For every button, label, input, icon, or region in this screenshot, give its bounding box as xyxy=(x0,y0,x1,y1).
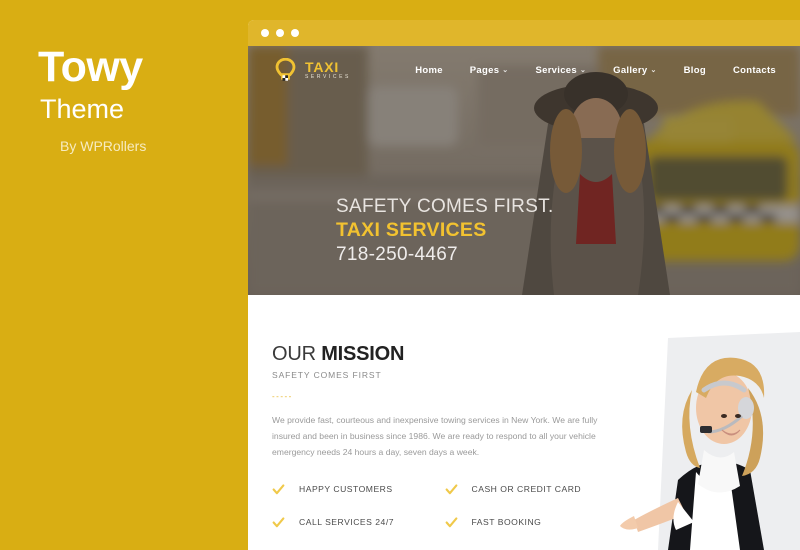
nav-label: Home xyxy=(415,64,443,76)
feature-item: FAST BOOKING xyxy=(445,516,618,529)
nav-item-blog[interactable]: Blog xyxy=(684,65,706,76)
logo-name: TAXI xyxy=(305,59,340,75)
hero-phone[interactable]: 718-250-4467 xyxy=(336,244,554,266)
mission-subtitle: SAFETY COMES FIRST xyxy=(272,370,382,380)
mission-heading: OUR MISSION xyxy=(272,343,800,366)
nav-item-services[interactable]: Services ⌄ xyxy=(535,65,586,76)
nav-label: Pages xyxy=(469,64,500,76)
hero-line1: SAFETY COMES FIRST. xyxy=(336,196,554,217)
taxi-lightbulb-icon xyxy=(275,57,296,81)
nav-label: Gallery xyxy=(613,64,648,76)
desktop-hero-text: SAFETY COMES FIRST. TAXI SERVICES 718-25… xyxy=(336,196,554,266)
chevron-down-icon: ⌄ xyxy=(650,67,657,74)
promo-panel: Towy Theme By WPRollers xyxy=(0,0,248,550)
theme-subtitle: Theme xyxy=(40,94,125,124)
check-icon xyxy=(445,484,457,494)
nav-item-contacts[interactable]: Contacts xyxy=(733,65,776,76)
main-navigation: Home Pages ⌄ Services ⌄ Gallery ⌄ Blog Cont… xyxy=(415,65,776,76)
hero-line2: TAXI SERVICES xyxy=(336,219,487,241)
feature-label: CALL SERVICES 24/7 xyxy=(299,517,394,528)
feature-label: CASH OR CREDIT CARD xyxy=(471,484,582,495)
feature-item: HAPPY CUSTOMERS xyxy=(272,483,445,496)
desktop-hero-section: TAXI SERVICES Home Pages ⌄ Services ⌄ Gall… xyxy=(248,46,800,295)
theme-title: Towy xyxy=(38,43,143,91)
window-dot xyxy=(261,29,269,37)
check-icon xyxy=(445,517,457,527)
feature-item: CASH OR CREDIT CARD xyxy=(445,483,618,496)
nav-label: Blog xyxy=(683,64,706,76)
window-dot xyxy=(291,29,299,37)
nav-item-pages[interactable]: Pages ⌄ xyxy=(470,65,509,76)
check-icon xyxy=(272,517,285,527)
desktop-header: TAXI SERVICES Home Pages ⌄ Services ⌄ Gall… xyxy=(248,46,800,94)
operator-person xyxy=(620,357,765,550)
feature-item: CALL SERVICES 24/7 xyxy=(272,516,445,529)
mission-paragraph: We provide fast, courteous and inexpensi… xyxy=(272,415,598,457)
feature-label: HAPPY CUSTOMERS xyxy=(299,484,393,495)
mission-divider: ----- xyxy=(272,392,293,401)
window-dot xyxy=(276,29,284,37)
chevron-down-icon: ⌄ xyxy=(579,67,587,74)
heading-bold: MISSION xyxy=(321,343,405,365)
check-icon xyxy=(272,484,285,494)
chevron-down-icon: ⌄ xyxy=(502,67,509,74)
feature-label: FAST BOOKING xyxy=(471,517,542,528)
desktop-window-titlebar xyxy=(248,20,800,46)
feature-list: HAPPY CUSTOMERS CASH OR CREDIT CARD CALL… xyxy=(272,483,617,529)
nav-label: Contacts xyxy=(732,64,776,76)
nav-label: Services xyxy=(535,64,577,76)
nav-item-gallery[interactable]: Gallery ⌄ xyxy=(613,65,657,76)
mission-section: OUR MISSION SAFETY COMES FIRST ----- We … xyxy=(248,295,800,550)
checker-accent xyxy=(282,74,288,81)
heading-light: OUR xyxy=(272,343,322,365)
theme-author: By WPRollers xyxy=(60,138,147,154)
desktop-preview-window: TAXI SERVICES Home Pages ⌄ Services ⌄ Gall… xyxy=(248,20,800,550)
nav-item-home[interactable]: Home xyxy=(415,65,443,76)
desktop-logo[interactable]: TAXI SERVICES xyxy=(274,57,351,83)
logo-tagline: SERVICES xyxy=(305,74,351,80)
